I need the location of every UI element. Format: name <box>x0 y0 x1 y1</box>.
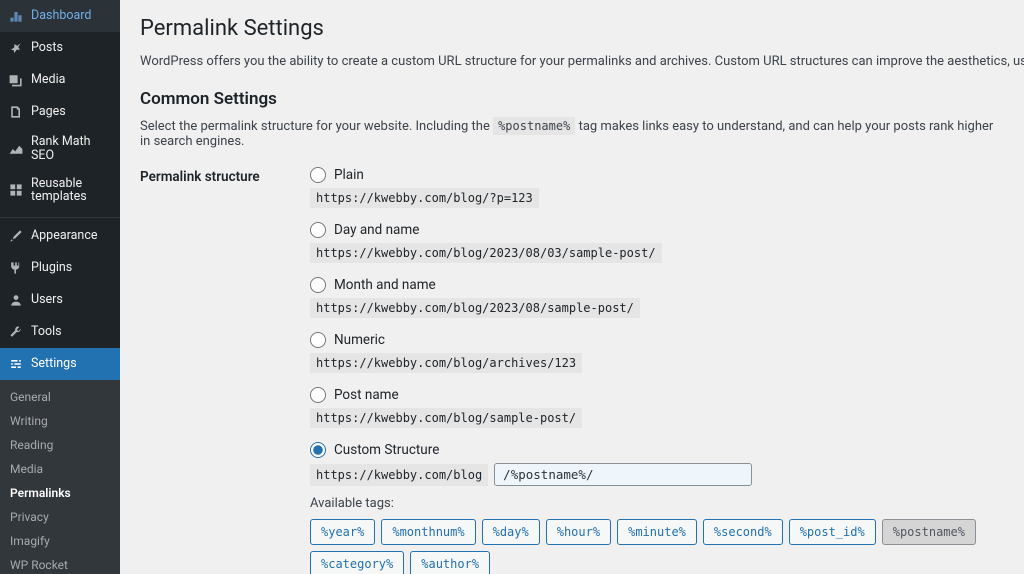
submenu-item-privacy[interactable]: Privacy <box>0 505 120 529</box>
sidebar-item-plugins[interactable]: Plugins <box>0 252 120 284</box>
permalink-options: Plain https://kwebby.com/blog/?p=123 Day a… <box>310 167 1004 574</box>
permalink-example-code: https://kwebby.com/blog/2023/08/03/sampl… <box>310 243 662 263</box>
dashboard-icon <box>7 7 25 25</box>
sliders-icon <box>7 355 25 373</box>
sidebar-item-label: Users <box>31 293 63 307</box>
submenu-item-media[interactable]: Media <box>0 457 120 481</box>
permalink-radio-custom[interactable] <box>310 442 326 458</box>
sidebar-item-appearance[interactable]: Appearance <box>0 220 120 252</box>
available-tags-row: %year%%monthnum% %day%%hour%%minute%%seco… <box>310 519 1004 574</box>
sidebar-item-users[interactable]: Users <box>0 284 120 316</box>
permalink-option-custom: Custom Structure https://kwebby.com/blog A… <box>310 442 1004 574</box>
sidebar-item-reusable-templates[interactable]: Reusable templates <box>0 170 120 212</box>
tag-button-monthnum[interactable]: %monthnum% <box>381 519 475 545</box>
sidebar-item-dashboard[interactable]: Dashboard <box>0 0 120 32</box>
common-settings-heading: Common Settings <box>140 89 1004 109</box>
submenu-item-writing[interactable]: Writing <box>0 409 120 433</box>
sidebar-item-settings[interactable]: Settings <box>0 348 120 380</box>
permalink-option-label[interactable]: Day and name <box>334 222 419 238</box>
postname-tag-inline: %postname% <box>493 117 575 135</box>
permalink-structure-label: Permalink structure <box>140 167 310 185</box>
tag-button-minute[interactable]: %minute% <box>617 519 697 545</box>
permalink-example-code: https://kwebby.com/blog/sample-post/ <box>310 408 582 428</box>
permalink-example-code: https://kwebby.com/blog/2023/08/sample-p… <box>310 298 640 318</box>
sidebar-item-label: Pages <box>31 105 66 119</box>
pages-icon <box>7 103 25 121</box>
tag-button-year[interactable]: %year% <box>310 519 375 545</box>
pin-icon <box>7 39 25 57</box>
blocks-icon <box>7 181 25 199</box>
sidebar-item-label: Settings <box>31 357 77 371</box>
available-tags-label: Available tags: <box>310 496 1004 511</box>
sidebar-item-label: Appearance <box>31 229 98 243</box>
permalink-example-code: https://kwebby.com/blog/archives/123 <box>310 353 582 373</box>
submenu-item-imagify[interactable]: Imagify <box>0 529 120 553</box>
permalink-radio-dayname[interactable] <box>310 222 326 238</box>
sidebar-item-label: Tools <box>31 325 62 339</box>
wrench-icon <box>7 323 25 341</box>
tag-button-postname[interactable]: %postname% <box>882 519 976 545</box>
permalink-option-label[interactable]: Plain <box>334 167 364 183</box>
permalink-option-monthname: Month and name https://kwebby.com/blog/20… <box>310 277 1004 318</box>
submenu-item-wp-rocket[interactable]: WP Rocket <box>0 553 120 574</box>
menu-separator <box>0 213 120 218</box>
tag-button-day[interactable]: %day% <box>482 519 540 545</box>
permalink-radio-numeric[interactable] <box>310 332 326 348</box>
sidebar-item-label: Media <box>31 73 65 87</box>
permalink-radio-postname[interactable] <box>310 387 326 403</box>
page-description: WordPress offers you the ability to crea… <box>140 53 1004 71</box>
sidebar-item-pages[interactable]: Pages <box>0 96 120 128</box>
submenu-item-reading[interactable]: Reading <box>0 433 120 457</box>
brush-icon <box>7 227 25 245</box>
media-icon <box>7 71 25 89</box>
permalink-structure-row: Permalink structure Plain https://kwebby.… <box>140 167 1004 574</box>
sidebar-item-media[interactable]: Media <box>0 64 120 96</box>
permalink-option-postname: Post name https://kwebby.com/blog/sample-… <box>310 387 1004 428</box>
permalink-example-code: https://kwebby.com/blog/?p=123 <box>310 188 539 208</box>
tag-button-hour[interactable]: %hour% <box>546 519 611 545</box>
tag-button-second[interactable]: %second% <box>703 519 783 545</box>
user-icon <box>7 291 25 309</box>
custom-prefix-code: https://kwebby.com/blog <box>310 464 488 486</box>
permalink-radio-monthname[interactable] <box>310 277 326 293</box>
sidebar-item-label: Rank Math SEO <box>31 135 113 163</box>
sidebar-item-rank-math-seo[interactable]: Rank Math SEO <box>0 128 120 170</box>
sidebar-item-label: Posts <box>31 41 63 55</box>
page-title: Permalink Settings <box>140 16 1004 41</box>
permalink-option-plain: Plain https://kwebby.com/blog/?p=123 <box>310 167 1004 208</box>
permalink-option-dayname: Day and name https://kwebby.com/blog/2023… <box>310 222 1004 263</box>
sidebar-item-label: Plugins <box>31 261 72 275</box>
admin-sidebar: Dashboard Posts Media Pages Rank Math SEO Reu… <box>0 0 120 574</box>
sidebar-item-label: Dashboard <box>31 9 91 23</box>
submenu-item-general[interactable]: General <box>0 385 120 409</box>
tag-button-author[interactable]: %author% <box>410 551 490 574</box>
permalink-radio-plain[interactable] <box>310 167 326 183</box>
main-content: Permalink Settings WordPress offers you … <box>120 0 1024 574</box>
submenu-item-permalinks[interactable]: Permalinks <box>0 481 120 505</box>
permalink-option-label[interactable]: Numeric <box>334 332 385 348</box>
permalink-option-label[interactable]: Custom Structure <box>334 442 439 458</box>
common-settings-description: Select the permalink structure for your … <box>140 119 1004 149</box>
chart-icon <box>7 140 25 158</box>
permalink-option-numeric: Numeric https://kwebby.com/blog/archives/… <box>310 332 1004 373</box>
permalink-option-label[interactable]: Post name <box>334 387 399 403</box>
tag-button-post_id[interactable]: %post_id% <box>789 519 876 545</box>
sidebar-item-posts[interactable]: Posts <box>0 32 120 64</box>
tag-button-category[interactable]: %category% <box>310 551 404 574</box>
sidebar-item-tools[interactable]: Tools <box>0 316 120 348</box>
permalink-option-label[interactable]: Month and name <box>334 277 436 293</box>
settings-submenu: GeneralWritingReadingMediaPermalinksPriv… <box>0 380 120 574</box>
sidebar-item-label: Reusable templates <box>31 177 113 205</box>
custom-structure-input[interactable] <box>494 463 752 486</box>
plug-icon <box>7 259 25 277</box>
